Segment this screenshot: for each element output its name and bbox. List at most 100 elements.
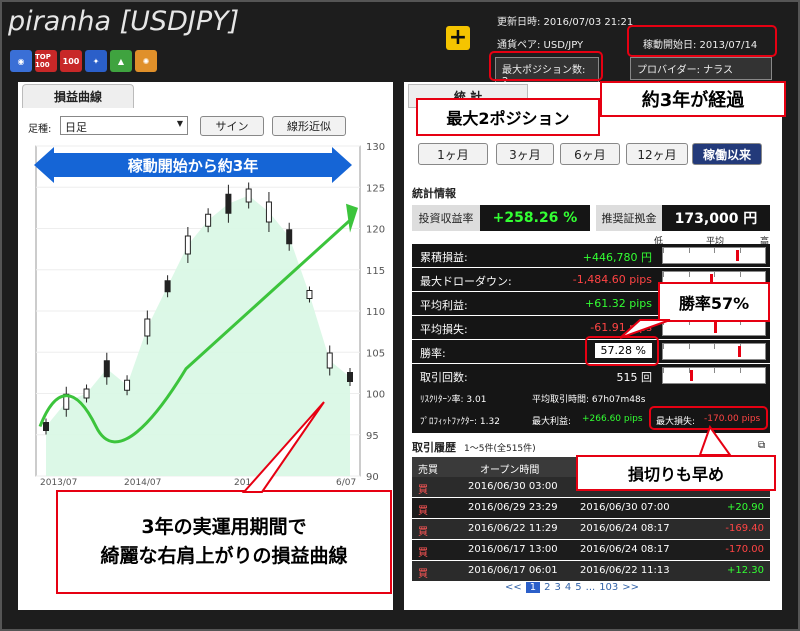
candle-body [286, 229, 293, 245]
period-button-2[interactable]: 6ヶ月 [560, 143, 620, 165]
duration-arrow-label: 稼動開始から約3年 [127, 157, 259, 175]
pagination: << 1 2 3 4 5... 103 >> [505, 582, 639, 593]
candle-body [144, 318, 151, 337]
period-button-0[interactable]: 1ヶ月 [418, 143, 488, 165]
y-tick-label: 90 [366, 472, 379, 483]
candle-body [184, 235, 191, 255]
stat-gauge [662, 367, 766, 384]
winrate-highlight [585, 336, 659, 366]
page-link[interactable]: >> [622, 582, 639, 593]
page-link[interactable]: 1 [525, 582, 541, 593]
header-open: オープン時間 [480, 465, 540, 476]
export-icon[interactable]: ⧉ [758, 440, 765, 451]
trade-pips: -170.00 [725, 544, 764, 555]
callout-profit-curve: 3年の実運用期間で 綺麗な右肩上がりの損益曲線 [56, 490, 392, 594]
stat-label: 平均利益: [420, 299, 468, 312]
y-tick-label: 105 [366, 348, 385, 359]
y-tick-label: 120 [366, 225, 385, 236]
candle-body [347, 372, 353, 382]
provider-button[interactable]: プロバイダー: ナラス [630, 57, 772, 80]
badge-row: ◉ TOP 100 100 ✦ ▲ ✺ [10, 50, 157, 72]
tab-profit-curve[interactable]: 損益曲線 [22, 84, 134, 108]
x-tick-label: 2014/07 [124, 478, 161, 488]
duration-arrow: 稼動開始から約3年 [34, 147, 352, 183]
start-date-highlight [627, 25, 777, 57]
period-button-4[interactable]: 稼働以来 [692, 143, 762, 165]
header-side: 売買 [418, 465, 438, 476]
trade-open: 2016/06/22 11:29 [468, 523, 558, 534]
stat-value: +61.32 pips [585, 297, 652, 310]
trade-close: 2016/06/24 08:17 [580, 544, 670, 555]
callout-pointer [241, 401, 325, 493]
page-link[interactable]: 5 [575, 582, 581, 593]
bar-type-select[interactable]: 日足 ▼ [60, 116, 188, 135]
trade-open: 2016/06/29 23:29 [468, 502, 558, 513]
trade-row[interactable]: 買 2016/06/17 13:00 2016/06/24 08:17 -170.00 [412, 540, 770, 560]
stat-label: 平均損失: [420, 323, 468, 336]
stat-gauge [662, 247, 766, 264]
page-link[interactable]: 4 [565, 582, 571, 593]
stat-value: +446,780 円 [582, 251, 652, 264]
trade-pips: +12.30 [726, 565, 764, 576]
sun-icon[interactable]: ✺ [135, 50, 157, 72]
stat-value: -1,484.60 pips [572, 273, 652, 286]
bar-type-label: 足種: [28, 124, 52, 135]
max-profit-value: +266.60 pips [582, 414, 643, 424]
trade-close: 2016/06/30 07:00 [580, 502, 670, 513]
page-link[interactable]: << [505, 582, 522, 593]
page-link[interactable]: 103 [599, 582, 618, 593]
sign-button[interactable]: サイン [200, 116, 264, 136]
y-tick-label: 130 [366, 142, 385, 153]
top100-badge[interactable]: TOP 100 [35, 50, 57, 72]
flag-icon[interactable]: ✦ [85, 50, 107, 72]
y-tick-label: 110 [366, 307, 385, 318]
updated-time: 更新日時: 2016/07/03 21:21 [497, 17, 634, 28]
page-link[interactable]: 2 [544, 582, 550, 593]
stat-row: 累積損益: +446,780 円 [412, 244, 770, 267]
x-tick-label: 2013/07 [40, 478, 77, 488]
callout-max-positions: 最大2ポジション [416, 98, 600, 136]
margin-value: 173,000 円 [662, 205, 770, 231]
roi-label: 投資収益率 [412, 205, 480, 231]
trade-row[interactable]: 買 2016/06/17 06:01 2016/06/22 11:13 +12.30 [412, 561, 770, 581]
candle-body [306, 290, 313, 299]
candle-body [265, 201, 272, 223]
trade-row[interactable]: 買 2016/06/29 23:29 2016/06/30 07:00 +20.90 [412, 498, 770, 518]
trade-side: 買 [418, 527, 428, 538]
add-favorite-button[interactable]: + [446, 26, 470, 50]
page-link[interactable]: ... [586, 582, 596, 593]
max-profit-label: 最大利益: [532, 417, 572, 427]
candle-body [164, 280, 171, 293]
period-button-1[interactable]: 3ヶ月 [496, 143, 554, 165]
trade-side: 買 [418, 506, 428, 517]
risk-return: ﾘｽｸﾘﾀｰﾝ率: 3.01 [420, 395, 487, 405]
period-button-3[interactable]: 12ヶ月 [626, 143, 688, 165]
hundred-badge[interactable]: 100 [60, 50, 82, 72]
x-tick-label: 6/07 [336, 478, 356, 488]
trade-side: 買 [418, 569, 428, 580]
gauge-marker [714, 322, 717, 333]
trade-pips: -169.40 [725, 523, 764, 534]
candle-body [103, 360, 110, 378]
robot-icon[interactable]: ◉ [10, 50, 32, 72]
roi-value: +258.26 % [480, 205, 590, 231]
trade-open: 2016/06/17 13:00 [468, 544, 558, 555]
candle-body [225, 193, 232, 214]
stat-label: 勝率: [420, 347, 446, 360]
profit-factor: ﾌﾟﾛﾌｨｯﾄﾌｧｸﾀｰ: 1.32 [420, 417, 500, 427]
max-position-highlight [489, 51, 603, 81]
page-link[interactable]: 3 [555, 582, 561, 593]
callout-stop-loss: 損切りも早め [576, 455, 776, 491]
trade-side: 買 [418, 548, 428, 559]
y-tick-label: 95 [366, 431, 379, 442]
tree-icon[interactable]: ▲ [110, 50, 132, 72]
trade-close: 2016/06/22 11:13 [580, 565, 670, 576]
linear-approx-button[interactable]: 線形近似 [272, 116, 346, 136]
candle-body [43, 422, 49, 431]
candle-body [326, 352, 333, 369]
stat-label: 取引回数: [420, 371, 468, 384]
candle-body [245, 188, 252, 203]
chevron-down-icon: ▼ [176, 119, 183, 128]
trade-row[interactable]: 買 2016/06/22 11:29 2016/06/24 08:17 -169.40 [412, 519, 770, 539]
history-range: 1～5件(全515件) [464, 444, 536, 454]
